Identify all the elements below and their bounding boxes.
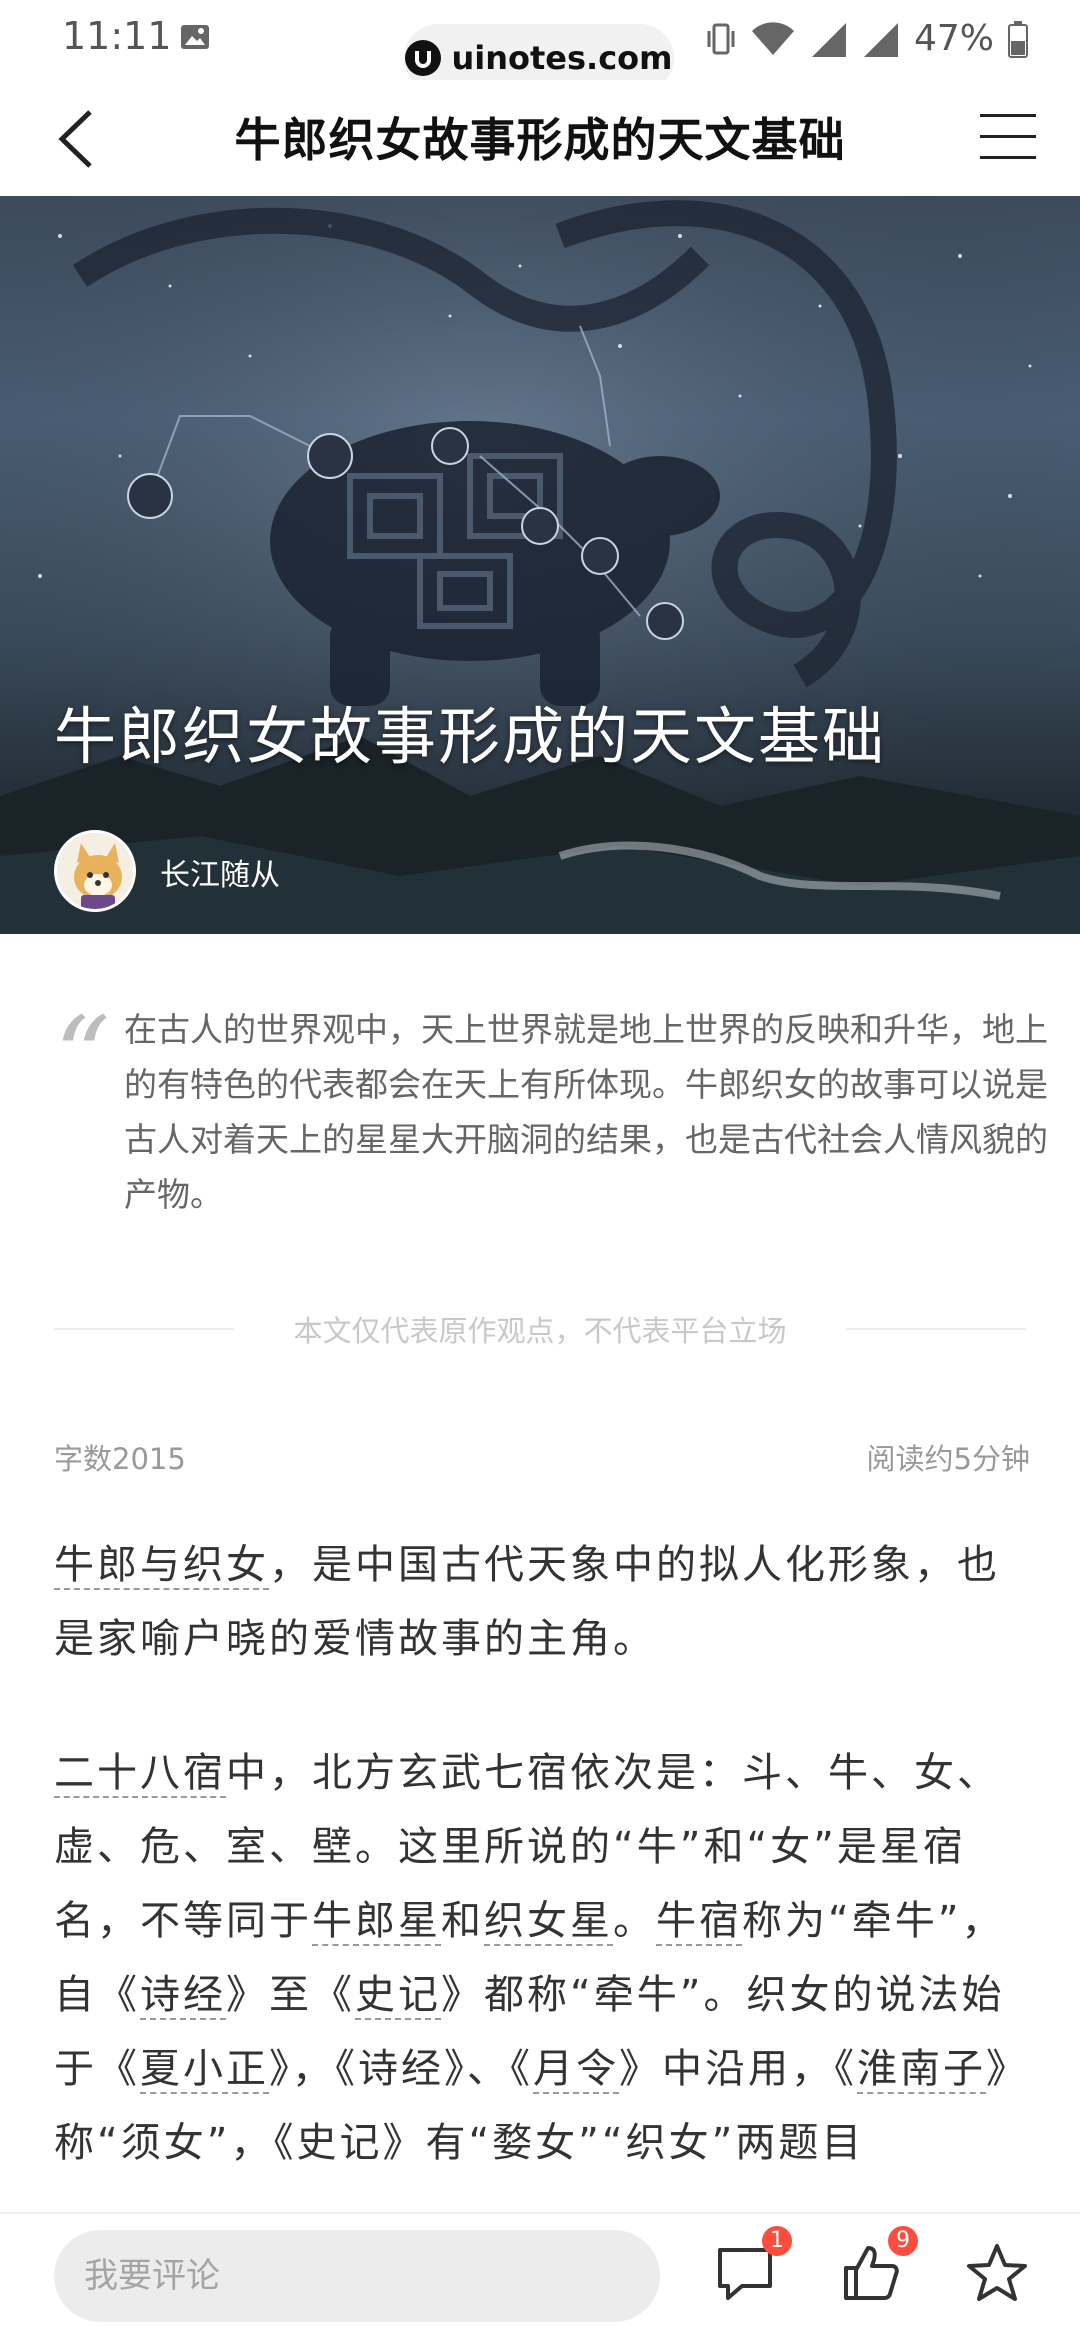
term-link[interactable]: 牛郎与织女 [54, 1542, 269, 1590]
paragraph-1: 牛郎与织女，是中国古代天象中的拟人化形象，也是家喻户晓的爱情故事的主角。 [54, 1528, 1030, 1676]
site-logo-icon [405, 40, 442, 76]
article-meta: 字数2015 阅读约5分钟 [54, 1436, 1030, 1478]
bottom-action-bar: 我要评论 1 9 [0, 2212, 1080, 2340]
paragraph-text: 和 [441, 1898, 484, 1944]
comment-button[interactable]: 1 [712, 2226, 792, 2306]
article-page: 11:11 uinotes.com 47% 牛郎织女故事形成的天文基础 牛郎织女… [0, 0, 1080, 2340]
comment-count-badge: 1 [762, 2226, 792, 2256]
battery-icon [1008, 20, 1028, 58]
term-link[interactable]: 二十八宿 [54, 1750, 226, 1798]
disclaimer: 本文仅代表原作观点，不代表平台立场 [54, 1308, 1026, 1348]
favorite-button[interactable] [964, 2240, 1030, 2306]
term-link[interactable]: 织女星 [484, 1898, 613, 1946]
term-link[interactable]: 夏小正 [140, 2046, 269, 2094]
term-link[interactable]: 史记 [355, 1972, 441, 2020]
nav-title: 牛郎织女故事形成的天文基础 [234, 113, 846, 167]
author-name[interactable]: 长江随从 [160, 850, 280, 894]
term-link[interactable]: 淮南子 [857, 2046, 986, 2094]
quote-mark-icon: “ [54, 993, 111, 1121]
paragraph-2: 二十八宿中，北方玄武七宿依次是：斗、牛、女、虚、危、室、壁。这里所说的“牛”和“… [54, 1736, 1030, 2180]
nav-bar: 牛郎织女故事形成的天文基础 [0, 80, 1080, 196]
signal-icon [811, 22, 846, 57]
author-avatar[interactable] [54, 830, 136, 912]
article-body: 牛郎与织女，是中国古代天象中的拟人化形象，也是家喻户晓的爱情故事的主角。 二十八… [54, 1528, 1030, 2214]
battery-percent: 47% [913, 18, 994, 59]
term-link[interactable]: 诗经 [140, 1972, 226, 2020]
like-button[interactable]: 9 [838, 2226, 918, 2306]
paragraph-text: 》中沿用，《 [619, 2046, 857, 2092]
status-time: 11:11 [62, 14, 172, 58]
paragraph-text: 。 [613, 1898, 656, 1944]
wifi-icon [751, 21, 794, 55]
menu-button[interactable] [978, 110, 1038, 164]
comment-input[interactable]: 我要评论 [54, 2230, 660, 2322]
summary-text: 在古人的世界观中，天上世界就是地上世界的反映和升华，地上的有特色的代表都会在天上… [124, 1010, 1048, 1214]
like-count-badge: 9 [888, 2226, 918, 2256]
hero-title: 牛郎织女故事形成的天文基础 [54, 700, 887, 773]
paragraph-text: 》，《诗经》、《 [269, 2046, 533, 2092]
status-bar: 11:11 uinotes.com 47% [0, 0, 1080, 92]
paragraph-text: 》至《 [226, 1972, 355, 2018]
star-icon [967, 2244, 1027, 2301]
disclaimer-text: 本文仅代表原作观点，不代表平台立场 [293, 1314, 787, 1348]
term-link[interactable]: 牛宿 [656, 1898, 742, 1946]
back-button[interactable] [50, 104, 106, 174]
signal-icon-2 [863, 22, 898, 57]
url-text: uinotes.com [451, 39, 673, 77]
read-time: 阅读约5分钟 [866, 1442, 1030, 1476]
status-icons: 47% [706, 18, 1028, 59]
image-notification-icon [181, 25, 209, 49]
hero-image [0, 196, 1080, 934]
term-link[interactable]: 月令 [533, 2046, 619, 2094]
word-count: 字数2015 [54, 1442, 186, 1476]
hero-banner: 牛郎织女故事形成的天文基础 长江随从 [0, 196, 1080, 934]
term-link[interactable]: 牛郎星 [312, 1898, 441, 1946]
vibrate-icon [707, 23, 735, 54]
